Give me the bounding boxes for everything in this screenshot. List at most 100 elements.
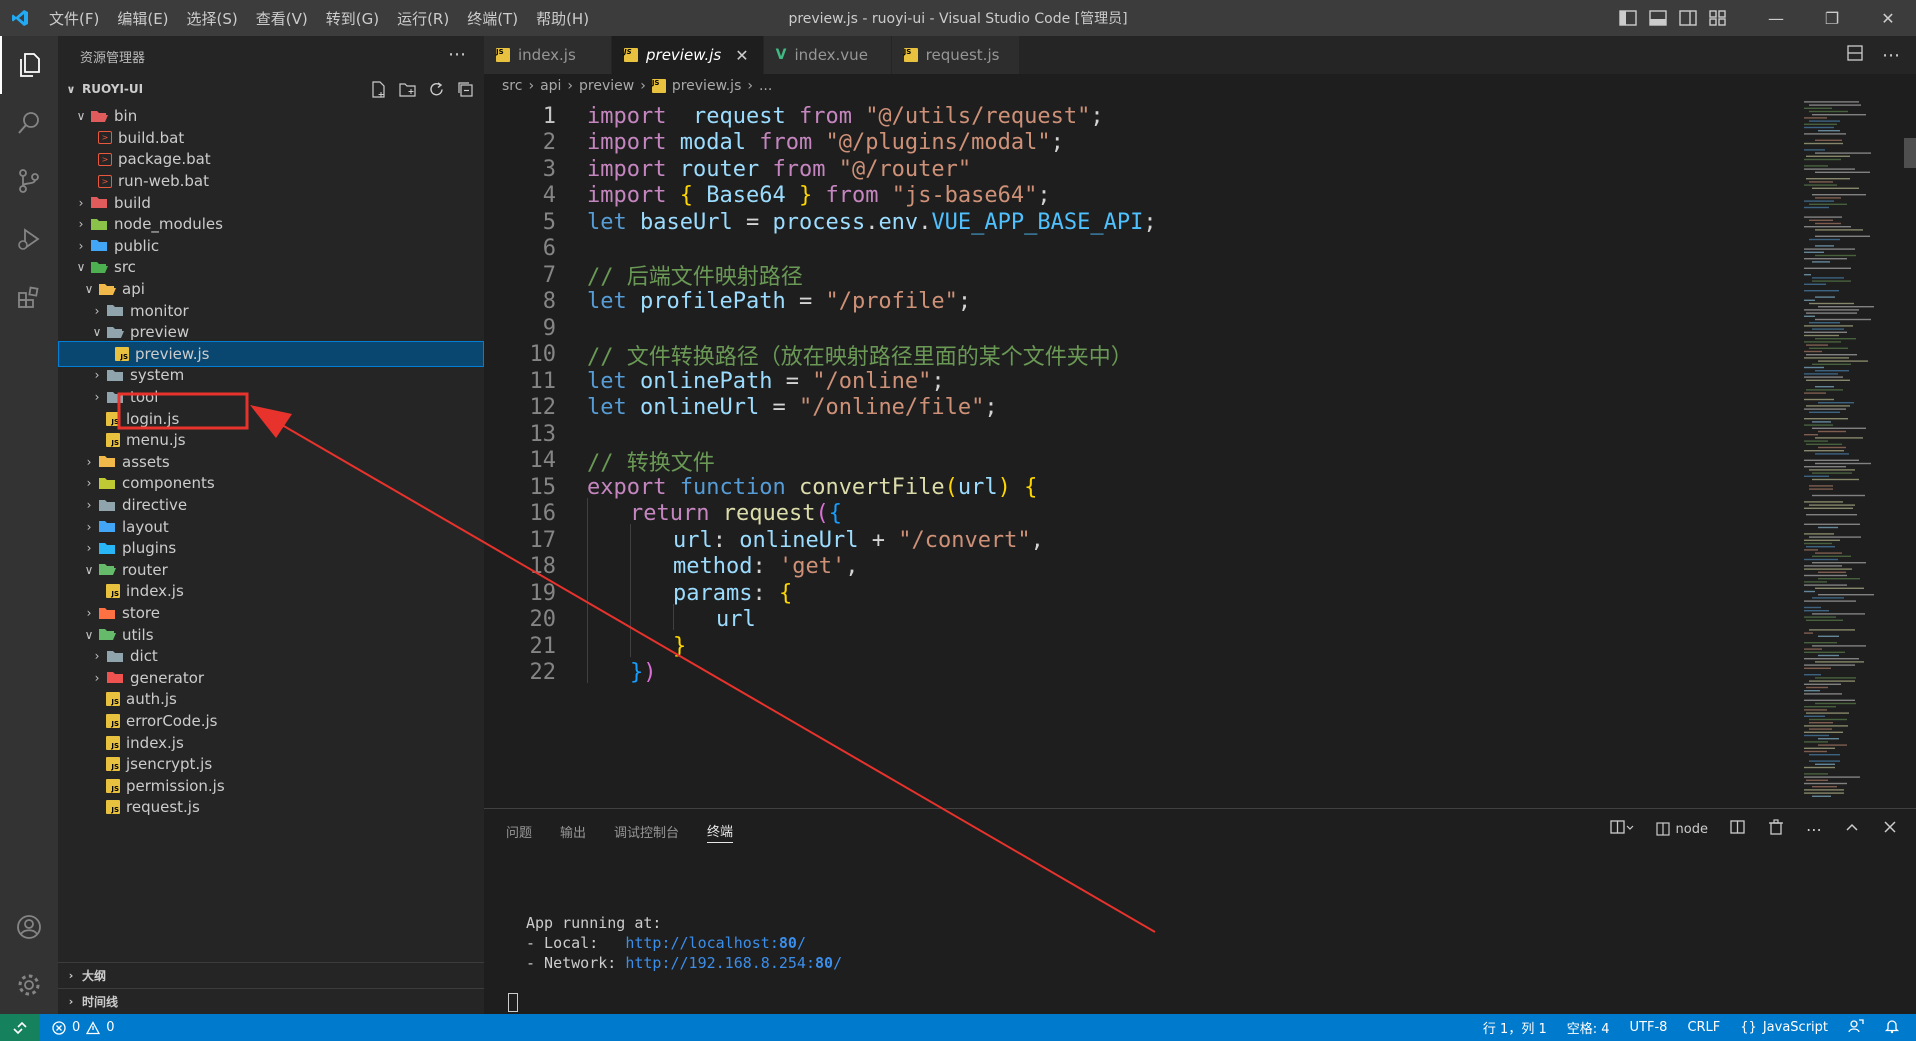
cursor-position[interactable]: 行 1，列 1 — [1483, 1018, 1547, 1037]
menu-item-3[interactable]: 查看(V) — [247, 8, 317, 29]
terminal-output[interactable]: App running at: - Local: http://localhos… — [526, 913, 842, 973]
code-token: ( — [944, 474, 958, 500]
code-token: let — [587, 209, 627, 235]
new-file-icon[interactable] — [370, 80, 387, 98]
code-editor[interactable]: 1 import request from "@/utils/request"; 2… — [484, 98, 1804, 806]
project-root[interactable]: ∨ RUOYI-UI — [58, 76, 484, 102]
panel-tab[interactable]: 终端 — [707, 819, 734, 843]
minimize-button[interactable]: — — [1748, 0, 1804, 36]
accounts-icon[interactable] — [0, 898, 58, 956]
editor-tab[interactable]: JS request.js — [891, 36, 1020, 74]
extensions-icon[interactable] — [0, 268, 58, 326]
braces-icon: {} — [1740, 1020, 1757, 1035]
toggle-primary-sidebar-icon[interactable] — [1618, 9, 1638, 27]
search-icon[interactable] — [0, 94, 58, 152]
new-folder-icon[interactable] — [399, 81, 416, 98]
tree-file[interactable]: JS request.js — [58, 794, 484, 821]
minimap[interactable] — [1791, 98, 1904, 806]
split-terminal-icon[interactable] — [1609, 819, 1634, 839]
menu-item-4[interactable]: 转到(G) — [317, 8, 388, 29]
editor-more-icon[interactable]: ⋯ — [1882, 45, 1900, 66]
minimap-line — [1800, 699, 1855, 701]
split-pane-icon[interactable] — [1730, 819, 1746, 839]
problems-status[interactable]: 0 0 — [40, 1020, 115, 1035]
line-number: 7 — [542, 262, 556, 288]
minimap-line — [1794, 434, 1818, 436]
refresh-icon[interactable] — [428, 81, 445, 98]
manage-gear-icon[interactable] — [0, 956, 58, 1014]
notifications-bell-icon[interactable] — [1884, 1018, 1900, 1038]
panel-tab[interactable]: 调试控制台 — [614, 809, 679, 853]
editor-tab[interactable]: JS preview.js ✕ — [612, 36, 764, 74]
line-number: 20 — [529, 607, 557, 632]
split-editor-icon[interactable] — [1846, 44, 1864, 66]
breadcrumb-item[interactable]: preview.js — [672, 78, 742, 94]
language-mode[interactable]: {} JavaScript — [1740, 1020, 1828, 1035]
tree-item-label: bin — [114, 107, 138, 126]
minimap-line — [1818, 744, 1847, 746]
customize-layout-icon[interactable] — [1708, 9, 1728, 27]
more-actions-icon[interactable]: ⋯ — [448, 44, 466, 65]
menu-item-1[interactable]: 编辑(E) — [108, 8, 177, 29]
panel-tab[interactable]: 输出 — [560, 809, 586, 853]
minimap-line — [1806, 443, 1842, 445]
minimap-line — [1809, 120, 1840, 122]
minimap-line — [1806, 779, 1828, 781]
breadcrumb-item[interactable]: src — [502, 78, 522, 94]
menu-item-5[interactable]: 运行(R) — [388, 8, 458, 29]
panel-more-icon[interactable]: ⋯ — [1806, 820, 1822, 839]
code-token: from — [825, 183, 879, 208]
code-token: router — [679, 156, 760, 182]
minimap-line — [1818, 430, 1846, 433]
folder-icon — [98, 475, 116, 491]
menu-item-6[interactable]: 终端(T) — [458, 8, 527, 29]
maximize-panel-icon[interactable] — [1844, 819, 1860, 839]
editor-scrollbar[interactable] — [1904, 98, 1916, 806]
toggle-secondary-sidebar-icon[interactable] — [1678, 9, 1698, 27]
menu-item-0[interactable]: 文件(F) — [40, 8, 108, 29]
menu-item-7[interactable]: 帮助(H) — [527, 8, 598, 29]
restore-button[interactable]: ❐ — [1804, 0, 1860, 36]
panel-tab[interactable]: 问题 — [506, 809, 532, 853]
network-url-link[interactable]: http://192.168.8.254:80/ — [625, 954, 842, 972]
breadcrumb-item[interactable]: preview — [579, 78, 634, 94]
run-debug-icon[interactable] — [0, 210, 58, 268]
minimap-line — [1812, 280, 1851, 282]
close-window-button[interactable]: ✕ — [1860, 0, 1916, 36]
line-ending[interactable]: CRLF — [1687, 1020, 1720, 1035]
editor-tab[interactable]: JS index.js — [484, 36, 612, 74]
minimap-line — [1812, 427, 1866, 429]
timeline-section[interactable]: › 时间线 — [58, 988, 484, 1014]
trash-icon[interactable] — [1768, 819, 1784, 839]
line-number: 5 — [542, 209, 556, 235]
indentation[interactable]: 空格: 4 — [1567, 1018, 1610, 1037]
minimap-line — [1803, 776, 1860, 778]
editor-tab[interactable]: Vindex.vue — [763, 36, 892, 74]
scrollbar-thumb[interactable] — [1904, 138, 1916, 168]
remote-icon[interactable] — [0, 1014, 40, 1041]
minimap-line — [1800, 725, 1848, 727]
minimap-line — [1800, 750, 1827, 753]
toggle-panel-icon[interactable] — [1648, 9, 1668, 27]
feedback-icon[interactable] — [1848, 1018, 1864, 1038]
folder-open-icon — [106, 324, 124, 340]
minimap-line — [1800, 158, 1841, 161]
minimap-line — [1812, 562, 1866, 564]
breadcrumb-item[interactable]: ... — [759, 78, 772, 94]
close-panel-icon[interactable] — [1882, 819, 1898, 839]
menu-item-2[interactable]: 选择(S) — [178, 8, 247, 29]
minimap-line — [1809, 754, 1840, 756]
close-tab-icon[interactable]: ✕ — [735, 46, 748, 65]
code-token: import — [587, 156, 667, 182]
indent-guide — [630, 630, 631, 657]
outline-section[interactable]: › 大纲 — [58, 962, 484, 988]
local-url-link[interactable]: http://localhost:80/ — [625, 934, 806, 952]
breadcrumb-item[interactable]: api — [540, 78, 561, 94]
code-text: method: 'get', — [673, 554, 858, 579]
terminal-selector[interactable]: node — [1655, 822, 1708, 837]
source-control-icon[interactable] — [0, 152, 58, 210]
collapse-all-icon[interactable] — [457, 81, 474, 98]
explorer-icon[interactable] — [0, 36, 58, 94]
encoding[interactable]: UTF-8 — [1630, 1020, 1668, 1035]
